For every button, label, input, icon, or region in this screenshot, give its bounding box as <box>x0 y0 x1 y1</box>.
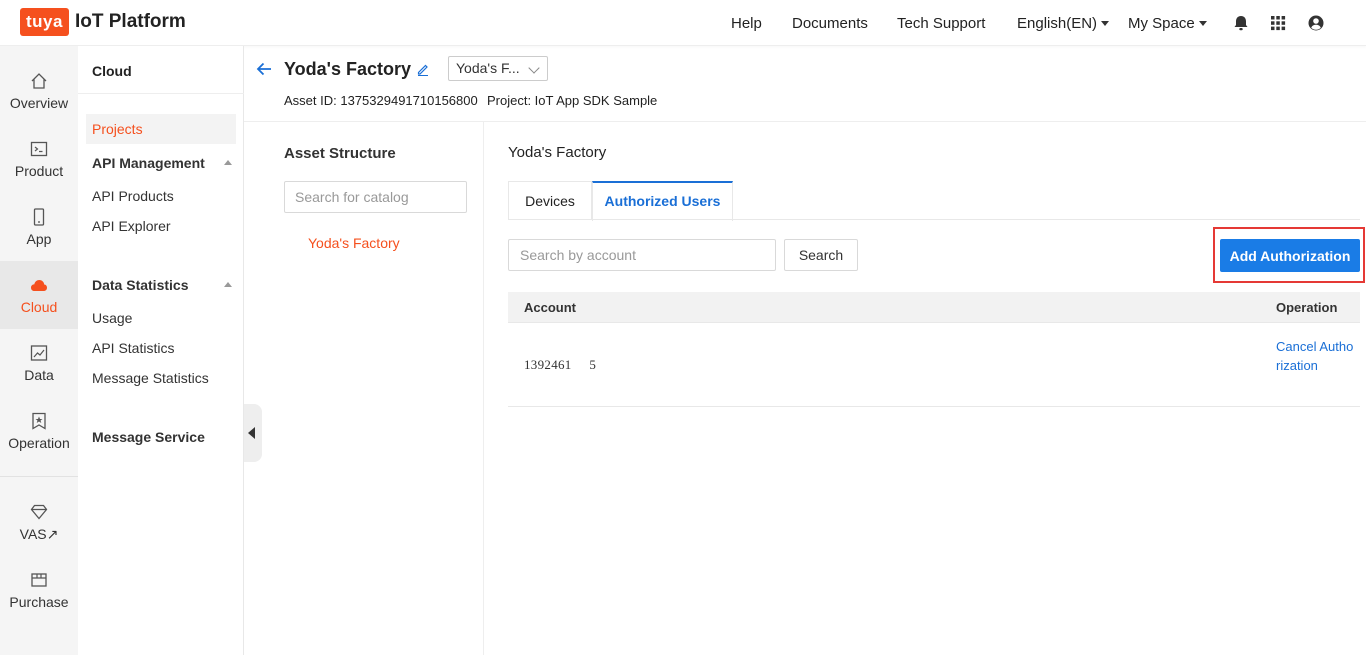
tab-devices[interactable]: Devices <box>508 181 592 220</box>
back-arrow-icon[interactable] <box>254 59 274 79</box>
project-name: Project: IoT App SDK Sample <box>487 93 658 108</box>
account-cell: 1392461 5 <box>524 357 597 372</box>
rail-item-operation[interactable]: Operation <box>0 397 78 465</box>
page-title: Yoda's Factory <box>284 59 411 79</box>
nav-tech-support[interactable]: Tech Support <box>897 0 985 46</box>
language-dropdown[interactable]: English(EN) <box>1017 0 1110 46</box>
nav-documents[interactable]: Documents <box>792 0 868 46</box>
rail-label-app: App <box>26 231 52 247</box>
sidebar-item-api-explorer[interactable]: API Explorer <box>86 211 236 241</box>
sidebar-group-label: Message Service <box>92 429 205 445</box>
asset-select[interactable]: Yoda's F... <box>448 56 548 81</box>
rail-item-overview[interactable]: Overview <box>0 57 78 125</box>
language-label: English(EN) <box>1017 14 1098 32</box>
asset-id: Asset ID: 1375329491710156800 <box>284 93 478 108</box>
tab-authorized-users[interactable]: Authorized Users <box>592 181 733 221</box>
bookmark-star-icon <box>32 412 46 430</box>
rail-item-cloud[interactable]: Cloud <box>0 261 78 329</box>
column-header-operation: Operation <box>1276 300 1338 315</box>
space-dropdown[interactable]: My Space <box>1128 0 1207 46</box>
rail-label-operation: Operation <box>8 435 70 451</box>
chevron-down-icon <box>1198 20 1207 26</box>
cancel-authorization-link[interactable]: Cancel Authorization <box>1276 337 1354 375</box>
column-header-account: Account <box>524 300 576 315</box>
search-button[interactable]: Search <box>784 239 858 271</box>
rail-item-vas[interactable]: VAS↗ <box>0 488 78 556</box>
rail-label-product: Product <box>14 163 64 179</box>
sidebar-item-projects[interactable]: Projects <box>86 114 236 144</box>
sidebar-item-api-statistics[interactable]: API Statistics <box>86 333 236 363</box>
asset-select-value: Yoda's F... <box>456 60 520 76</box>
account-search-input[interactable] <box>508 239 776 271</box>
top-bar: tuya IoT Platform Help Documents Tech Su… <box>0 0 1366 46</box>
table-row: 1392461 5 Cancel Authorization <box>508 323 1360 407</box>
rail-item-data[interactable]: Data <box>0 329 78 397</box>
logo-text: IoT Platform <box>74 11 186 32</box>
apps-grid-icon[interactable] <box>1268 13 1288 33</box>
logo[interactable]: tuya IoT Platform <box>20 8 186 36</box>
sidebar-item-message-statistics[interactable]: Message Statistics <box>86 363 236 393</box>
asset-structure-title: Asset Structure <box>284 145 396 162</box>
sidebar-group-data-statistics[interactable]: Data Statistics <box>92 277 232 293</box>
cloud-sidebar: Cloud Projects API Management API Produc… <box>78 46 244 655</box>
bell-icon[interactable] <box>1231 13 1251 33</box>
chevron-up-icon <box>224 282 232 287</box>
add-authorization-button[interactable]: Add Authorization <box>1220 239 1360 272</box>
external-link-icon: ↗ <box>46 525 59 542</box>
rail-label-data: Data <box>24 367 54 383</box>
sidebar-group-label: Data Statistics <box>92 277 189 293</box>
sidebar-item-api-products[interactable]: API Products <box>86 181 236 211</box>
chevron-up-icon <box>224 160 232 165</box>
phone-icon <box>33 208 45 226</box>
chevron-down-icon <box>1101 20 1110 26</box>
diamond-icon <box>30 504 48 520</box>
box-icon <box>31 573 47 587</box>
sidebar-group-label: API Management <box>92 155 205 171</box>
chevron-down-icon <box>528 62 540 74</box>
rail-item-product[interactable]: Product <box>0 125 78 193</box>
catalog-search-input[interactable] <box>284 181 467 213</box>
user-icon[interactable] <box>1306 13 1326 33</box>
rail-label-vas: VAS↗ <box>19 525 59 542</box>
content-title: Yoda's Factory <box>508 144 607 161</box>
table-header: Account Operation <box>508 292 1360 323</box>
logo-badge: tuya <box>20 8 69 36</box>
rail-divider <box>0 476 78 477</box>
sidebar-group-api-management[interactable]: API Management <box>92 155 232 171</box>
cloud-icon <box>31 280 47 291</box>
sidebar-divider <box>78 93 244 94</box>
sidebar-title: Cloud <box>92 63 132 79</box>
space-label: My Space <box>1128 14 1195 32</box>
rail-label-overview: Overview <box>9 95 69 111</box>
home-icon <box>31 73 47 89</box>
chart-icon <box>30 345 48 361</box>
main-nav-rail: Overview Product App Cloud Data Operatio… <box>0 46 78 655</box>
terminal-icon <box>30 141 48 157</box>
rail-item-purchase[interactable]: Purchase <box>0 556 78 624</box>
tabs-underline <box>508 219 1360 220</box>
rail-label-cloud: Cloud <box>20 299 58 315</box>
sidebar-item-message-service[interactable]: Message Service <box>92 429 232 445</box>
rail-label-purchase: Purchase <box>9 594 69 610</box>
tree-node-yodas-factory[interactable]: Yoda's Factory <box>308 235 400 251</box>
sidebar-item-usage[interactable]: Usage <box>86 303 236 333</box>
rail-item-app[interactable]: App <box>0 193 78 261</box>
nav-help[interactable]: Help <box>731 0 762 46</box>
edit-pencil-icon[interactable] <box>415 61 431 77</box>
asset-structure-panel: Asset Structure Yoda's Factory <box>244 122 484 655</box>
